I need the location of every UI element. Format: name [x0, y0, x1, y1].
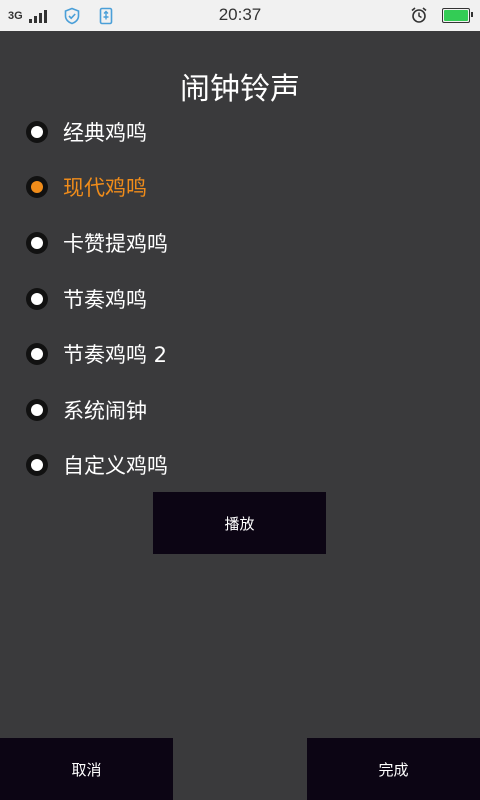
- radio-dot-icon: [31, 348, 43, 361]
- radio-button-icon[interactable]: [26, 343, 48, 366]
- status-bar: 3G 20:37: [0, 0, 480, 31]
- status-right-group: [410, 6, 473, 24]
- radio-dot-icon: [31, 125, 43, 138]
- status-clock: 20:37: [218, 5, 262, 24]
- ringtone-option[interactable]: 节奏鸡鸣 2: [26, 326, 456, 382]
- ringtone-option[interactable]: 经典鸡鸣: [26, 104, 456, 160]
- ringtone-label: 节奏鸡鸣: [63, 287, 147, 312]
- play-button[interactable]: 播放: [153, 492, 326, 554]
- radio-button-icon[interactable]: [26, 454, 48, 477]
- radio-button-icon[interactable]: [26, 398, 48, 421]
- done-button[interactable]: 完成: [307, 738, 480, 800]
- ringtone-option[interactable]: 自定义鸡鸣: [26, 438, 456, 494]
- ringtone-label: 节奏鸡鸣 2: [63, 343, 168, 368]
- battery-level-fill: [444, 9, 468, 21]
- radio-button-icon[interactable]: [26, 231, 48, 254]
- radio-dot-icon: [31, 236, 43, 249]
- ringtone-option[interactable]: 现代鸡鸣: [26, 160, 456, 216]
- dialog-title: 闹钟铃声: [180, 72, 300, 107]
- radio-dot-icon: [31, 403, 43, 416]
- radio-button-icon[interactable]: [26, 287, 48, 310]
- cancel-button[interactable]: 取消: [0, 738, 173, 800]
- radio-dot-icon: [31, 292, 43, 305]
- radio-dot-icon: [31, 459, 43, 472]
- ringtone-label: 自定义鸡鸣: [63, 454, 168, 479]
- ringtone-label: 现代鸡鸣: [63, 176, 147, 201]
- ringtone-label: 系统闹钟: [63, 398, 147, 423]
- battery-icon: [442, 7, 473, 23]
- radio-button-icon[interactable]: [26, 176, 48, 199]
- alarm-ringtone-screen: 3G 20:37 闹钟铃声 经典鸡鸣 现代鸡鸣 卡赞提鸡鸣 节奏鸡鸣 节奏鸡鸣 …: [0, 0, 480, 800]
- alarm-icon: [411, 7, 427, 23]
- ringtone-list: 经典鸡鸣现代鸡鸣卡赞提鸡鸣节奏鸡鸣节奏鸡鸣 2 系统闹钟自定义鸡鸣: [26, 104, 456, 493]
- ringtone-option[interactable]: 系统闹钟: [26, 382, 456, 438]
- ringtone-option[interactable]: 节奏鸡鸣: [26, 271, 456, 327]
- radio-dot-icon: [31, 181, 43, 194]
- radio-button-icon[interactable]: [26, 120, 48, 143]
- ringtone-label: 卡赞提鸡鸣: [63, 231, 168, 256]
- ringtone-option[interactable]: 卡赞提鸡鸣: [26, 215, 456, 271]
- ringtone-label: 经典鸡鸣: [63, 120, 147, 145]
